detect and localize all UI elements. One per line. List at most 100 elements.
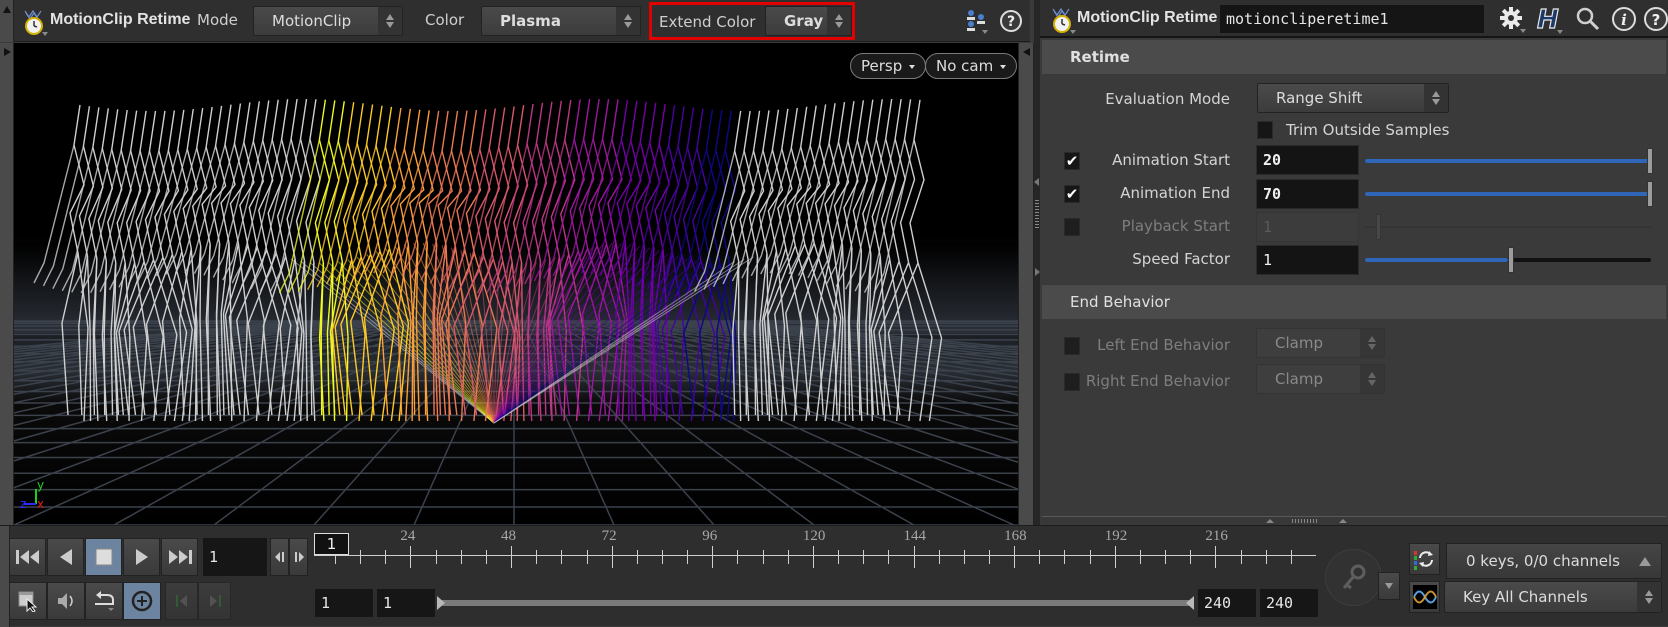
updown-arrows-icon: [1360, 365, 1384, 393]
speed-factor-field[interactable]: 1: [1256, 245, 1359, 275]
end-behavior-section-title: End Behavior: [1070, 293, 1170, 311]
svg-text:?: ?: [1007, 14, 1015, 30]
timeline-ruler[interactable]: 24 48 72 96 120 144 168 192 216 1: [314, 528, 1316, 572]
loop-icon: [95, 591, 114, 611]
caret-down-icon: [909, 65, 916, 69]
viewer-right-toolbar-handle[interactable]: [1018, 43, 1034, 525]
animation-start-slider[interactable]: [1365, 148, 1657, 174]
right-end-behavior-dropdown[interactable]: Clamp: [1256, 364, 1385, 394]
axis-z-label: z: [20, 497, 26, 511]
playbar: 1 24 48 72 96 120 144 168 192 216 1 1 1 240 240: [0, 525, 1668, 627]
simulation-button[interactable]: [123, 582, 161, 620]
loop-mode-button[interactable]: [85, 582, 123, 620]
end-behavior-section-header[interactable]: End Behavior: [1042, 285, 1666, 319]
evaluation-mode-dropdown[interactable]: Range Shift: [1257, 83, 1449, 113]
extend-color-dropdown[interactable]: Gray: [765, 6, 852, 36]
step-forward-icon: [294, 552, 304, 562]
step-back-button[interactable]: [270, 538, 289, 576]
minor-tick: [762, 550, 764, 564]
auto-update-channels-button[interactable]: [1409, 543, 1440, 575]
slider-handle[interactable]: [1508, 247, 1514, 273]
color-dropdown[interactable]: Plasma: [481, 6, 641, 36]
playback-start-field[interactable]: 1: [1256, 212, 1359, 242]
major-tick: [1114, 546, 1116, 568]
left-end-behavior-dropdown[interactable]: Clamp: [1256, 328, 1385, 358]
caret-up-icon: [1639, 556, 1651, 566]
slider-handle[interactable]: [1647, 181, 1653, 207]
channel-graph-button[interactable]: [1409, 581, 1440, 613]
set-key-button[interactable]: [1325, 549, 1382, 606]
range-end-handle[interactable]: [1186, 596, 1194, 610]
refresh-channels-icon: [1413, 551, 1433, 570]
audio-button[interactable]: [47, 582, 85, 620]
tick-label: 48: [501, 528, 517, 544]
minor-tick: [1190, 550, 1192, 564]
curve-icon: [1412, 585, 1437, 609]
evaluation-mode-value: Range Shift: [1276, 89, 1363, 107]
range-end-field-2[interactable]: 240: [1260, 589, 1318, 617]
animation-end-field[interactable]: 70: [1256, 179, 1359, 209]
motionclip-retime-node-icon[interactable]: [22, 7, 48, 36]
trim-outside-samples-checkbox[interactable]: [1257, 121, 1273, 139]
step-forward-button[interactable]: [289, 538, 308, 576]
jump-to-end-button[interactable]: [161, 538, 198, 576]
speaker-icon: [58, 593, 73, 609]
updown-arrows-icon: [1637, 582, 1661, 612]
current-frame-field[interactable]: 1: [203, 538, 267, 576]
help-icon[interactable]: ?: [1643, 6, 1668, 32]
extend-color-highlight: Extend Color Gray: [649, 2, 855, 40]
motionclip-retime-node-icon[interactable]: [1050, 5, 1076, 34]
prev-key-button[interactable]: [165, 582, 198, 620]
range-end-field[interactable]: 240: [1198, 589, 1256, 617]
info-icon[interactable]: i: [1611, 6, 1637, 32]
range-start-handle[interactable]: [437, 596, 445, 610]
retime-section-header[interactable]: Retime: [1042, 40, 1666, 74]
viewer-help-icon[interactable]: ?: [999, 9, 1023, 33]
display-options-icon[interactable]: [964, 8, 990, 36]
toolbar-collapse-handle[interactable]: [0, 0, 14, 42]
current-frame-marker[interactable]: 1: [314, 533, 349, 555]
updown-arrows-icon: [1360, 329, 1384, 357]
camera-select-menu[interactable]: No cam: [925, 53, 1018, 79]
minor-tick: [1165, 550, 1167, 564]
range-start-field-2[interactable]: 1: [377, 589, 435, 617]
left-end-behavior-value: Clamp: [1275, 334, 1323, 352]
search-icon[interactable]: [1575, 6, 1601, 32]
viewer-left-toolbar-handle[interactable]: [0, 43, 14, 525]
minor-tick: [1039, 550, 1041, 564]
viewer-node-title: MotionClip Retime: [50, 11, 191, 28]
houdini-help-icon[interactable]: H: [1535, 4, 1565, 36]
node-name-field[interactable]: motioncliperetime1: [1220, 5, 1484, 33]
play-forward-button[interactable]: [123, 538, 160, 576]
slider-handle[interactable]: [1647, 148, 1653, 174]
playback-start-slider[interactable]: [1365, 214, 1657, 240]
extend-color-value: Gray: [784, 12, 824, 30]
range-start-field[interactable]: 1: [315, 589, 373, 617]
jump-to-start-button[interactable]: [9, 538, 46, 576]
3d-viewport[interactable]: Persp No cam y x z: [14, 43, 1018, 525]
animation-end-slider[interactable]: [1365, 181, 1657, 207]
minor-tick: [435, 550, 437, 564]
speed-factor-slider[interactable]: [1365, 247, 1657, 273]
next-key-button[interactable]: [198, 582, 231, 620]
slider-handle[interactable]: [1376, 214, 1381, 240]
mode-dropdown[interactable]: MotionClip: [253, 6, 403, 36]
keys-status-button[interactable]: 0 keys, 0/0 channels: [1446, 543, 1662, 579]
key-mode-dropdown[interactable]: Key All Channels: [1444, 581, 1662, 613]
realtime-toggle-button[interactable]: [9, 582, 47, 620]
axis-x-label: x: [37, 497, 44, 511]
minor-tick: [1265, 550, 1267, 564]
major-tick: [410, 546, 412, 568]
range-slider[interactable]: [437, 596, 1194, 610]
parameter-pane: Retime Evaluation Mode Range Shift Trim …: [1040, 40, 1668, 526]
animation-start-field[interactable]: 20: [1256, 145, 1359, 175]
retime-section-title: Retime: [1070, 48, 1130, 66]
play-reverse-button[interactable]: [47, 538, 84, 576]
gear-icon[interactable]: [1498, 5, 1528, 35]
stop-button[interactable]: [85, 538, 122, 576]
axis-gnomon-icon: y x z: [16, 471, 56, 511]
play-forward-icon: [135, 549, 148, 565]
camera-persp-menu[interactable]: Persp: [850, 53, 927, 79]
key-options-button[interactable]: [1378, 572, 1400, 600]
minor-tick: [1240, 550, 1242, 564]
